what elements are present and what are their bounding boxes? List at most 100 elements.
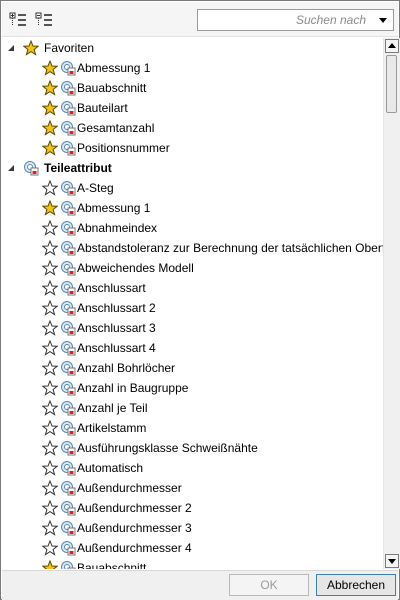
tree-item[interactable]: Positionsnummer bbox=[2, 138, 383, 158]
tree-item[interactable]: Anschlussart bbox=[2, 278, 383, 298]
favorite-star-filled-icon[interactable] bbox=[42, 80, 58, 96]
tree-item-label: A-Steg bbox=[77, 181, 114, 195]
star-filled-icon[interactable] bbox=[23, 40, 39, 56]
tree-item[interactable]: Außendurchmesser 2 bbox=[2, 498, 383, 518]
favorite-star-empty-icon[interactable] bbox=[42, 480, 58, 496]
tree-item[interactable]: Abstandstoleranz zur Berechnung der tats… bbox=[2, 238, 383, 258]
scrollbar-thumb[interactable] bbox=[386, 55, 397, 113]
tree-item[interactable]: Abmessung 1 bbox=[2, 198, 383, 218]
favorite-star-empty-icon[interactable] bbox=[42, 340, 58, 356]
tree-item[interactable]: Außendurchmesser bbox=[2, 478, 383, 498]
attribute-icon bbox=[61, 141, 76, 156]
attribute-icon bbox=[61, 501, 76, 516]
arrow-up-icon bbox=[388, 43, 396, 48]
tree-item-label: Positionsnummer bbox=[77, 141, 170, 155]
favorite-star-empty-icon[interactable] bbox=[42, 520, 58, 536]
tree-item[interactable]: Bauteilart bbox=[2, 98, 383, 118]
tree-item[interactable]: Gesamtanzahl bbox=[2, 118, 383, 138]
cancel-button[interactable]: Abbrechen bbox=[316, 574, 396, 596]
favorite-star-empty-icon[interactable] bbox=[42, 540, 58, 556]
tree-item-label: Anzahl je Teil bbox=[77, 401, 148, 415]
attribute-icon bbox=[61, 201, 76, 216]
tree-item-label: Außendurchmesser 3 bbox=[77, 521, 192, 535]
tree-item-label: Anzahl Bohrlöcher bbox=[77, 361, 176, 375]
tree-item-label: Bauabschnitt bbox=[77, 81, 147, 95]
attribute-icon bbox=[61, 421, 76, 436]
tree-item[interactable]: Anschlussart 3 bbox=[2, 318, 383, 338]
tree-item[interactable]: Artikelstamm bbox=[2, 418, 383, 438]
tree-group-label: Teileattribut bbox=[44, 161, 112, 175]
tree-item[interactable]: Außendurchmesser 3 bbox=[2, 518, 383, 538]
tree-item[interactable]: Bauabschnitt bbox=[2, 558, 383, 569]
tree-item-label: Artikelstamm bbox=[77, 421, 147, 435]
favorite-star-empty-icon[interactable] bbox=[42, 240, 58, 256]
attribute-icon bbox=[61, 81, 76, 96]
tree-item[interactable]: Außendurchmesser 4 bbox=[2, 538, 383, 558]
favorite-star-empty-icon[interactable] bbox=[42, 400, 58, 416]
tree-item[interactable]: Ausführungsklasse Schweißnähte bbox=[2, 438, 383, 458]
attribute-icon bbox=[61, 541, 76, 556]
favorite-star-empty-icon[interactable] bbox=[42, 440, 58, 456]
favorite-star-empty-icon[interactable] bbox=[42, 280, 58, 296]
tree-item-label: Abweichendes Modell bbox=[77, 261, 194, 275]
favorite-star-filled-icon[interactable] bbox=[42, 560, 58, 569]
tree-item-label: Ausführungsklasse Schweißnähte bbox=[77, 441, 258, 455]
scroll-down-button[interactable] bbox=[385, 554, 399, 568]
dialog-footer: OK Abbrechen bbox=[2, 570, 398, 600]
search-dropdown-button[interactable] bbox=[375, 10, 391, 30]
scroll-up-button[interactable] bbox=[385, 39, 399, 53]
collapse-triangle-icon[interactable] bbox=[6, 43, 16, 53]
collapse-triangle-icon[interactable] bbox=[6, 163, 16, 173]
favorite-star-empty-icon[interactable] bbox=[42, 260, 58, 276]
tree-item[interactable]: A-Steg bbox=[2, 178, 383, 198]
favorite-star-filled-icon[interactable] bbox=[42, 100, 58, 116]
favorite-star-empty-icon[interactable] bbox=[42, 360, 58, 376]
tree-item[interactable]: Bauabschnitt bbox=[2, 78, 383, 98]
favorite-star-empty-icon[interactable] bbox=[42, 180, 58, 196]
favorite-star-empty-icon[interactable] bbox=[42, 380, 58, 396]
attribute-icon bbox=[61, 221, 76, 236]
tree-item[interactable]: Abweichendes Modell bbox=[2, 258, 383, 278]
favorite-star-empty-icon[interactable] bbox=[42, 420, 58, 436]
favorite-star-empty-icon[interactable] bbox=[42, 500, 58, 516]
tree-item-label: Außendurchmesser bbox=[77, 481, 182, 495]
favorite-star-empty-icon[interactable] bbox=[42, 300, 58, 316]
collapse-all-button[interactable] bbox=[34, 11, 54, 29]
tree-item-label: Außendurchmesser 4 bbox=[77, 541, 192, 555]
favorite-star-filled-icon[interactable] bbox=[42, 120, 58, 136]
search-box[interactable] bbox=[197, 9, 394, 31]
favorite-star-filled-icon[interactable] bbox=[42, 140, 58, 156]
tree-item[interactable]: Anzahl in Baugruppe bbox=[2, 378, 383, 398]
attribute-icon bbox=[61, 261, 76, 276]
favorite-star-filled-icon[interactable] bbox=[42, 200, 58, 216]
tree-item[interactable]: Abnahmeindex bbox=[2, 218, 383, 238]
tree-item[interactable]: Anschlussart 4 bbox=[2, 338, 383, 358]
tree-item-label: Abmessung 1 bbox=[77, 61, 151, 75]
tree-item[interactable]: Anzahl Bohrlöcher bbox=[2, 358, 383, 378]
favorite-star-filled-icon[interactable] bbox=[42, 60, 58, 76]
tree-item[interactable]: Anzahl je Teil bbox=[2, 398, 383, 418]
tree-item-label: Automatisch bbox=[77, 461, 144, 475]
ok-button[interactable]: OK bbox=[229, 574, 309, 596]
tree-item[interactable]: Abmessung 1 bbox=[2, 58, 383, 78]
tree-item[interactable]: Anschlussart 2 bbox=[2, 298, 383, 318]
tree-item[interactable]: Automatisch bbox=[2, 458, 383, 478]
search-input[interactable] bbox=[200, 11, 370, 29]
attribute-icon bbox=[61, 241, 76, 256]
tree-item-label: Anzahl in Baugruppe bbox=[77, 381, 189, 395]
tree-group[interactable]: Teileattribut bbox=[2, 158, 383, 178]
attribute-tree[interactable]: Favoriten Abmessung 1 Bauabschnitt Bauteila… bbox=[2, 38, 383, 569]
tree-group[interactable]: Favoriten bbox=[2, 38, 383, 58]
tree-group-label: Favoriten bbox=[44, 41, 95, 55]
expand-all-button[interactable] bbox=[8, 11, 28, 29]
favorite-star-empty-icon[interactable] bbox=[42, 220, 58, 236]
favorite-star-empty-icon[interactable] bbox=[42, 460, 58, 476]
collapse-tree-icon bbox=[35, 12, 52, 26]
attribute-icon bbox=[61, 561, 76, 569]
vertical-scrollbar[interactable] bbox=[383, 38, 400, 569]
attribute-picker-dialog: Favoriten Abmessung 1 Bauabschnitt Bauteila… bbox=[0, 0, 400, 600]
tree-item-label: Bauteilart bbox=[77, 101, 128, 115]
favorite-star-empty-icon[interactable] bbox=[42, 320, 58, 336]
attribute-icon bbox=[61, 381, 76, 396]
tree-item-label: Bauabschnitt bbox=[77, 561, 147, 569]
